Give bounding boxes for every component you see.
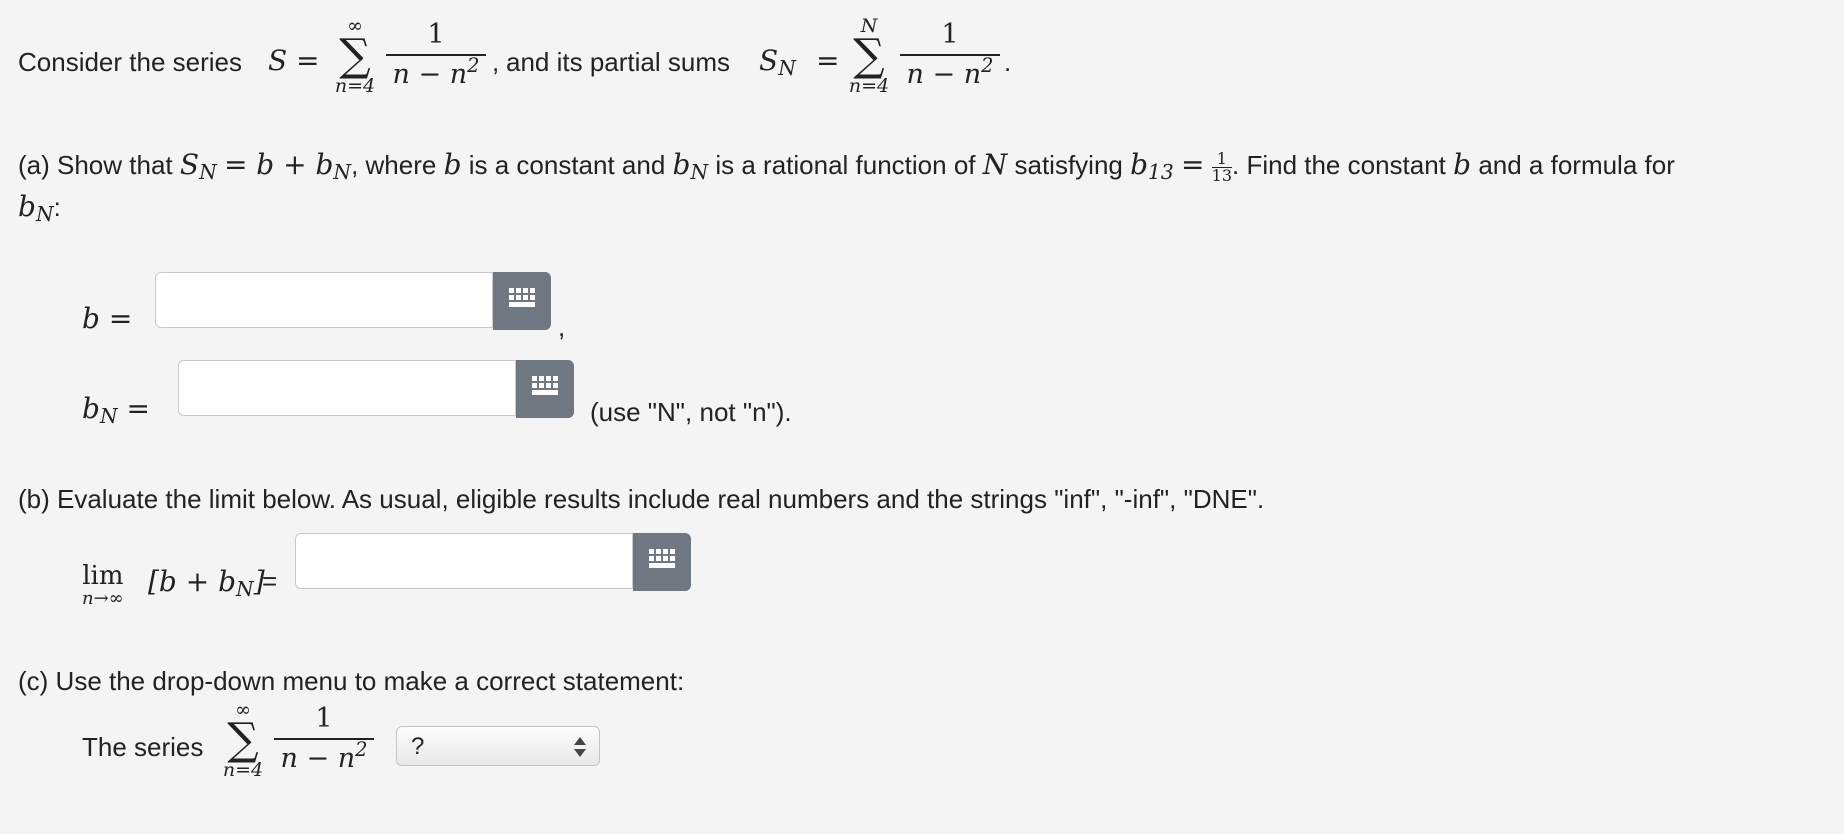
intro-mid: and its partial sums — [506, 47, 730, 77]
intro-SN: SN — [759, 44, 796, 81]
part-b-text: (b) Evaluate the limit below. As usual, … — [18, 484, 1265, 514]
series-select[interactable]: ? — [396, 726, 600, 766]
part-a-eq: = b + bN — [223, 148, 352, 185]
intro-sum2: N ∑ n=4 — [844, 16, 894, 96]
part-c-frac-den: n − n2 — [280, 738, 368, 774]
sum2-sigma: ∑ — [853, 30, 885, 81]
intro-frac2: 1 n − n2 — [900, 20, 1000, 92]
part-b-expr: [b + bN] — [148, 565, 265, 602]
field-b-label: b = — [82, 302, 133, 335]
part-c-sum: ∞ ∑ n=4 — [218, 700, 268, 780]
sum1-bottom: n=4 — [334, 75, 376, 97]
part-a-text4: is a rational function of — [715, 150, 976, 180]
part-b-lim: lim n→∞ — [82, 561, 124, 609]
part-a-text7: and a formula for — [1478, 150, 1675, 180]
field-bN-hint: (use "N", not "n"). — [590, 397, 792, 427]
updown-arrows-icon — [574, 737, 586, 757]
part-a-text2: , where — [351, 150, 437, 180]
part-c-series-label: The series — [82, 732, 204, 762]
part-a-line2: bN: — [18, 190, 61, 227]
bN-keyboard-button[interactable] — [516, 360, 574, 418]
intro-period: . — [1004, 47, 1012, 77]
limit-keyboard-button[interactable] — [633, 533, 691, 591]
sum1-sigma: ∑ — [339, 30, 371, 81]
part-a-bN-2: bN — [18, 190, 54, 227]
frac1-den: n − n2 — [392, 54, 480, 90]
frac2-den: n − n2 — [906, 54, 994, 90]
part-a-eq2: = — [1180, 148, 1205, 181]
part-a-N: N — [982, 148, 1008, 181]
part-a-line1: (a) Show that SN = b + bN, where b is a … — [18, 148, 1675, 184]
part-a-text3: is a constant and — [468, 150, 666, 180]
intro-S: S — [268, 44, 288, 77]
sum2-bottom: n=4 — [848, 75, 890, 97]
part-c-text: (c) Use the drop-down menu to make a cor… — [18, 666, 685, 696]
intro-frac1: 1 n − n2 — [386, 20, 486, 92]
part-a-fraction: 1 13 — [1211, 148, 1232, 185]
part-c-frac-num: 1 — [315, 703, 333, 734]
series-select-value: ? — [411, 733, 425, 760]
field-bN-label: bN = — [82, 392, 150, 429]
part-a-b4: b — [1453, 148, 1472, 181]
part-c-frac: 1 n − n2 — [274, 704, 374, 776]
intro-comma: , — [492, 47, 500, 77]
part-a-SN: SN — [179, 148, 217, 185]
frac2-num: 1 — [941, 19, 959, 50]
intro-eq1: = — [296, 44, 320, 77]
part-b-eq: = — [262, 566, 278, 596]
part-c-sum-bottom: n=4 — [222, 759, 264, 781]
part-a-bN: bN — [672, 148, 709, 185]
part-c-sum-sigma: ∑ — [227, 714, 259, 765]
keyboard-icon — [509, 288, 535, 307]
part-a-text6: . Find the constant — [1232, 150, 1446, 180]
field-bN-group — [178, 360, 574, 418]
keyboard-icon — [532, 376, 558, 395]
part-a-b13: b13 — [1130, 148, 1174, 185]
field-b-group — [155, 272, 551, 330]
limit-input[interactable] — [295, 533, 633, 589]
intro-prefix: Consider the series — [18, 47, 242, 77]
bN-input[interactable] — [178, 360, 516, 416]
intro-eq2: = — [816, 44, 840, 77]
b-keyboard-button[interactable] — [493, 272, 551, 330]
part-a-b1: b — [443, 148, 462, 181]
intro-sum1: ∞ ∑ n=4 — [330, 16, 380, 96]
part-a-text1: (a) Show that — [18, 150, 173, 180]
keyboard-icon — [649, 549, 675, 568]
part-a-text5: satisfying — [1014, 150, 1123, 180]
frac1-num: 1 — [427, 19, 445, 50]
field-b-after: , — [558, 312, 566, 342]
b-input[interactable] — [155, 272, 493, 328]
limit-group — [295, 533, 691, 591]
